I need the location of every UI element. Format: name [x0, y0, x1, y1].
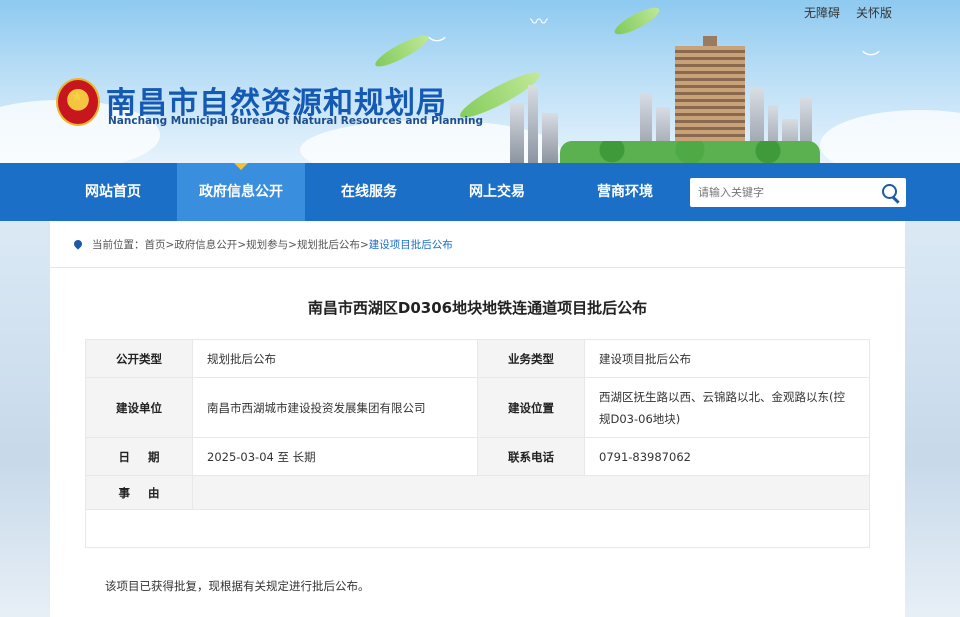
header-banner: 〰 ︶ ︶ 无障碍 关怀版 南昌市自然资源和规划局 Nanchang Munic…	[0, 0, 960, 163]
search-icon[interactable]	[880, 182, 902, 204]
breadcrumb-planning-announce[interactable]: 规划批后公布	[297, 237, 360, 252]
breadcrumb: 当前位置： 首页 > 政府信息公开 > 规划参与 > 规划批后公布 > 建设项目…	[74, 237, 453, 252]
nav-item-online-service[interactable]: 在线服务	[305, 163, 433, 221]
main-nav: 网站首页 政府信息公开 在线服务 网上交易 营商环境	[0, 163, 960, 221]
table-row: 建设单位 南昌市西湖城市建设投资发展集团有限公司 建设位置 西湖区抚生路以西、云…	[85, 377, 870, 438]
nav-item-business-env[interactable]: 营商环境	[561, 163, 689, 221]
search-input[interactable]	[690, 178, 870, 207]
location-pin-icon	[74, 240, 82, 250]
unit-label: 建设单位	[85, 377, 193, 438]
breadcrumb-separator: >	[165, 238, 175, 251]
unit-value: 南昌市西湖城市建设投资发展集团有限公司	[192, 377, 478, 438]
breadcrumb-gov-info[interactable]: 政府信息公开	[174, 237, 237, 252]
type-value: 规划批后公布	[192, 339, 478, 378]
breadcrumb-planning-participation[interactable]: 规划参与	[246, 237, 288, 252]
phone-label: 联系电话	[477, 437, 585, 476]
table-row: 公开类型 规划批后公布 业务类型 建设项目批后公布	[85, 339, 870, 378]
biz-type-value: 建设项目批后公布	[584, 339, 870, 378]
type-label: 公开类型	[85, 339, 193, 378]
announcement-note: 该项目已获得批复，现根据有关规定进行批后公布。	[105, 579, 370, 593]
table-row: 日期 2025-03-04 至 长期 联系电话 0791-83987062	[85, 437, 870, 476]
background-scenery	[905, 221, 960, 617]
city-skyline-image	[500, 20, 900, 163]
breadcrumb-separator: >	[288, 238, 297, 251]
reason-label: 事由	[85, 475, 193, 510]
table-row: 事由	[85, 475, 870, 510]
reason-value	[85, 509, 870, 548]
divider	[50, 267, 905, 268]
bird-icon: ︶	[428, 36, 446, 57]
leaf-decoration	[372, 30, 432, 72]
article-title: 南昌市西湖区D0306地块地铁连通道项目批后公布	[307, 299, 648, 317]
date-value: 2025-03-04 至 长期	[192, 437, 478, 476]
info-table: 公开类型 规划批后公布 业务类型 建设项目批后公布 建设单位 南昌市西湖城市建设…	[85, 339, 870, 548]
breadcrumb-current[interactable]: 建设项目批后公布	[369, 237, 453, 252]
nav-item-home[interactable]: 网站首页	[49, 163, 177, 221]
nav-item-gov-info[interactable]: 政府信息公开	[177, 163, 305, 221]
breadcrumb-label: 当前位置：	[92, 239, 145, 251]
biz-type-label: 业务类型	[477, 339, 585, 378]
nav-item-online-trade[interactable]: 网上交易	[433, 163, 561, 221]
national-emblem-logo	[56, 78, 100, 126]
breadcrumb-separator: >	[237, 238, 247, 251]
care-mode-link[interactable]: 关怀版	[856, 4, 892, 21]
content-panel: 当前位置： 首页 > 政府信息公开 > 规划参与 > 规划批后公布 > 建设项目…	[50, 221, 905, 617]
reason-header-fill	[192, 475, 870, 510]
phone-value: 0791-83987062	[584, 437, 870, 476]
breadcrumb-separator: >	[359, 238, 369, 251]
site-subtitle: Nanchang Municipal Bureau of Natural Res…	[108, 115, 484, 127]
government-building	[675, 36, 745, 151]
top-links: 无障碍 关怀版	[804, 4, 892, 21]
accessibility-link[interactable]: 无障碍	[804, 4, 840, 21]
table-row	[85, 509, 870, 548]
search-box	[690, 178, 906, 207]
breadcrumb-home[interactable]: 首页	[145, 237, 166, 252]
background-scenery	[0, 221, 50, 617]
date-label: 日期	[85, 437, 193, 476]
location-value: 西湖区抚生路以西、云锦路以北、金观路以东(控规D03-06地块)	[584, 377, 870, 438]
location-label: 建设位置	[477, 377, 585, 438]
